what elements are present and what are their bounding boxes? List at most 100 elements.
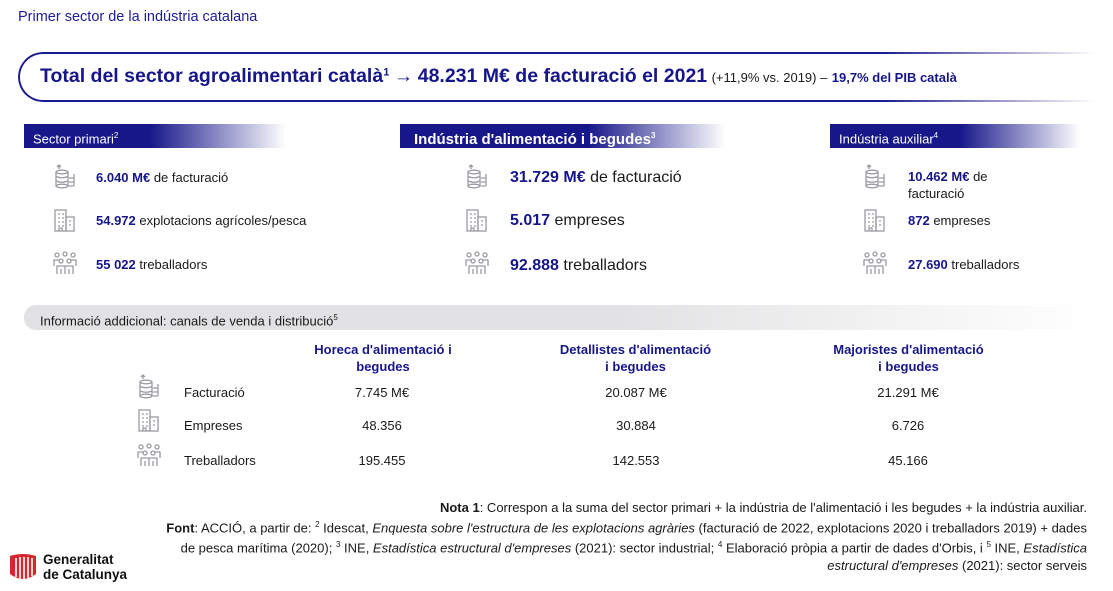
row-label-empreses: Empreses (184, 418, 243, 433)
senyera-icon (10, 554, 36, 580)
stat-primari-facturacio: 6.040 M€ de facturació (96, 169, 228, 186)
stat-number: 10.462 M€ (908, 169, 970, 184)
font-text-italic: Estadística estructural d'empreses (372, 540, 572, 556)
table-cell: 45.166 (888, 453, 928, 468)
stat-label: de facturació (590, 169, 682, 186)
people-icon (464, 250, 490, 276)
people-icon (136, 442, 162, 468)
logo-line: Generalitat (43, 552, 114, 567)
building-icon (862, 207, 888, 233)
stat-number: 54.972 (96, 213, 136, 228)
column-header-line: i begudes (605, 359, 666, 374)
people-icon (52, 250, 78, 276)
font-text: Idescat, (319, 520, 373, 536)
stat-label: facturació (908, 186, 965, 201)
generalitat-logo: Generalitat de Catalunya (8, 552, 127, 582)
stat-number: 872 (908, 213, 930, 228)
stat-label: explotacions agrícoles/pesca (139, 213, 307, 228)
font-text: INE, (990, 540, 1024, 556)
column-header-line: begudes (356, 359, 410, 374)
row-label-treballadors: Treballadors (184, 453, 256, 468)
column-header-majoristes: Majoristes d'alimentació i begudes (806, 341, 1011, 375)
stat-label: empreses (933, 213, 991, 228)
column-header-line: Detallistes d'alimentació (559, 342, 712, 357)
banner-arrow: → (393, 65, 414, 87)
banner-value: 48.231 M€ de facturació el 2021 (417, 65, 708, 87)
font-sources: Font: ACCIÓ, a partir de: 2 Idescat, Enq… (157, 516, 1087, 574)
column-header-line: Majoristes d'alimentació (833, 342, 984, 357)
coins-icon (862, 164, 888, 190)
page-title: Primer sector de la indústria catalana (18, 9, 258, 25)
font-text: (2021): sector serveis (958, 557, 1087, 573)
font-text: (2021): sector industrial; (571, 540, 718, 556)
stat-number: 5.017 (510, 212, 551, 229)
stat-auxiliar-empreses: 872 empreses (908, 212, 990, 229)
table-cell: 30.884 (616, 418, 656, 433)
stat-label: de (973, 169, 988, 184)
column-header-detallistes: Detallistes d'alimentació i begudes (533, 341, 738, 375)
table-cell: 48.356 (362, 418, 402, 433)
section-header-industria: Indústria d'alimentació i begudes3 (400, 124, 725, 148)
section-footnote: 2 (113, 131, 119, 140)
banner-main: Total del sector agroalimentari català (40, 65, 384, 87)
font-label: Font (166, 520, 195, 536)
stat-primari-treballadors: 55 022 treballadors (96, 256, 207, 273)
info-bar-label: Informació addicional: canals de venda i… (40, 313, 334, 329)
footnotes: Nota 1: Correspon a la suma del sector p… (157, 499, 1087, 574)
stat-industria-treballadors: 92.888 treballadors (510, 256, 647, 276)
stat-number: 6.040 M€ (96, 170, 151, 185)
section-footnote: 3 (650, 131, 656, 140)
building-icon (136, 407, 162, 433)
table-cell: 142.553 (612, 453, 660, 468)
banner-footnote: 1 (383, 66, 390, 79)
logo-line: de Catalunya (43, 567, 128, 582)
nota-label: Nota 1 (439, 500, 480, 515)
column-header-line: Horeca d'alimentació i (314, 342, 452, 357)
font-text: Elaboració pròpia a partir de dades d'Or… (722, 540, 987, 556)
font-text: INE, (340, 540, 373, 556)
coins-icon (464, 164, 490, 190)
table-cell: 20.087 M€ (605, 385, 667, 400)
info-bar: Informació addicional: canals de venda i… (24, 305, 1099, 330)
column-header-horeca: Horeca d'alimentació i begudes (288, 341, 478, 375)
stat-number: 92.888 (510, 257, 559, 274)
column-header-line: i begudes (878, 359, 939, 374)
font-text-italic: Enquesta sobre l'estructura de les explo… (372, 520, 695, 536)
coins-icon (52, 164, 78, 190)
info-bar-footnote: 5 (333, 313, 338, 322)
section-header-auxiliar: Indústria auxiliar4 (830, 124, 1080, 148)
coins-icon (136, 374, 162, 400)
font-text: : ACCIÓ, a partir de: (194, 520, 316, 536)
stat-primari-explotacions: 54.972 explotacions agrícoles/pesca (96, 212, 306, 229)
section-title: Indústria d'alimentació i begudes (414, 131, 651, 148)
stat-industria-facturacio: 31.729 M€ de facturació (510, 168, 682, 188)
table-cell: 195.455 (358, 453, 406, 468)
stat-number: 31.729 M€ (510, 169, 586, 186)
table-cell: 7.745 M€ (354, 385, 410, 400)
stat-label: treballadors (139, 257, 208, 272)
table-cell: 21.291 M€ (877, 385, 939, 400)
stat-label: empreses (554, 212, 625, 229)
stat-number: 55 022 (96, 257, 136, 272)
logo-text: Generalitat de Catalunya (43, 552, 127, 582)
building-icon (464, 207, 490, 233)
stat-label: treballadors (951, 257, 1020, 272)
section-title: Sector primari (33, 131, 114, 147)
section-footnote: 4 (933, 131, 939, 140)
banner-headline: Total del sector agroalimentari català1 … (40, 65, 957, 88)
stat-auxiliar-facturacio: 10.462 M€ de facturació (908, 168, 988, 202)
people-icon (862, 250, 888, 276)
nota-text: : Correspon a la suma del sector primari… (479, 500, 1087, 515)
stat-label: de facturació (153, 170, 229, 185)
stat-label: treballadors (563, 257, 647, 274)
section-header-primari: Sector primari2 (24, 124, 286, 148)
building-icon (52, 207, 78, 233)
row-label-facturacio: Facturació (184, 385, 245, 400)
section-title: Indústria auxiliar (839, 131, 934, 147)
nota-1: Nota 1: Correspon a la suma del sector p… (157, 499, 1087, 516)
stat-industria-empreses: 5.017 empreses (510, 211, 625, 231)
banner-pib: 19,7% del PIB català (831, 70, 957, 85)
table-cell: 6.726 (891, 418, 925, 433)
stat-number: 27.690 (908, 257, 948, 272)
stat-auxiliar-treballadors: 27.690 treballadors (908, 256, 1019, 273)
